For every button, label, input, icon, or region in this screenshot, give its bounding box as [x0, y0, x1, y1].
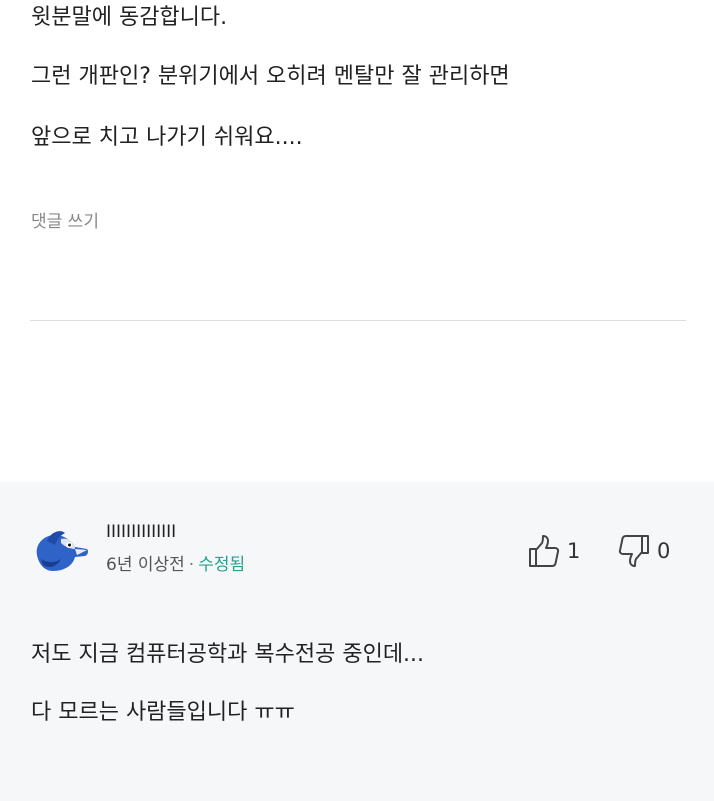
thumbs-up-icon	[529, 535, 560, 567]
avatar[interactable]	[31, 525, 91, 577]
comment-text-line: 윗분말에 동감합니다.	[31, 5, 228, 30]
dislike-button[interactable]: 0	[617, 533, 670, 569]
comment-meta: 6년 이상전 · 수정됨	[106, 553, 245, 577]
comment-text-line: 그런 개판인? 분위기에서 오히려 멘탈만 잘 관리하면	[31, 64, 510, 89]
meta-separator: ·	[188, 555, 195, 575]
comment-text-line: 다 모르는 사람들입니다 ㅠㅠ	[31, 700, 295, 725]
comment-author[interactable]: IIIIIIIIIIIIII	[106, 521, 176, 543]
comment-text-line: 앞으로 치고 나가기 쉬워요....	[31, 125, 303, 150]
dislike-count: 0	[657, 539, 671, 563]
reply-button[interactable]: 댓글 쓰기	[31, 209, 99, 235]
comment-timestamp: 6년 이상전	[106, 555, 185, 575]
like-button[interactable]: 1	[527, 533, 580, 569]
divider	[30, 320, 686, 321]
edited-label: 수정됨	[198, 555, 246, 575]
thumbs-down-icon	[618, 535, 649, 567]
previous-comment: 윗분말에 동감합니다. 그런 개판인? 분위기에서 오히려 멘탈만 잘 관리하면…	[0, 0, 714, 482]
comment-text-line: 저도 지금 컴퓨터공학과 복수전공 중인데...	[31, 642, 425, 667]
like-count: 1	[567, 539, 581, 563]
blue-bird-avatar-icon	[36, 531, 89, 571]
